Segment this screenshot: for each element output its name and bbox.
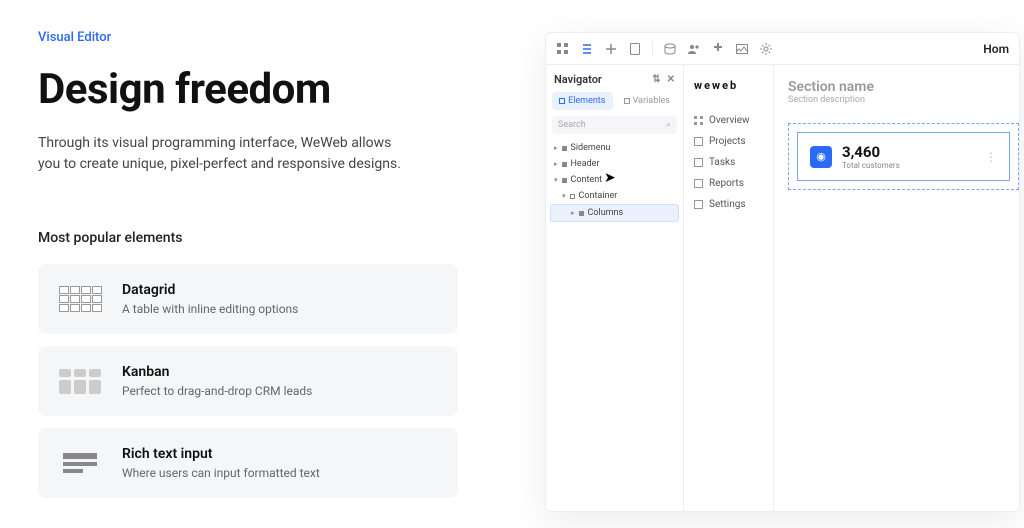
- elements-subheading: Most popular elements: [38, 230, 478, 246]
- app-sidebar: weweb Overview Projects Tasks Reports Se…: [684, 65, 774, 511]
- tree-label: Sidemenu: [571, 143, 611, 153]
- card-desc: Perfect to drag-and-drop CRM leads: [122, 384, 312, 398]
- add-icon[interactable]: [604, 42, 618, 56]
- tree-item-header[interactable]: ▸Header: [550, 156, 679, 172]
- element-tree: ▸Sidemenu ▸Header ▾Content ▾Container ▸C…: [546, 140, 683, 222]
- tree-label: Columns: [588, 208, 624, 218]
- tree-item-columns[interactable]: ▸Columns: [550, 204, 679, 222]
- tree-label: Container: [579, 191, 618, 201]
- gear-icon: [694, 200, 703, 209]
- card-kanban[interactable]: Kanban Perfect to drag-and-drop CRM lead…: [38, 346, 458, 416]
- card-title: Rich text input: [122, 446, 320, 462]
- editor-canvas[interactable]: Section name Section description ◉ 3,460…: [774, 65, 1019, 511]
- menu-reports[interactable]: Reports: [694, 173, 763, 194]
- card-desc: A table with inline editing options: [122, 302, 298, 316]
- menu-projects[interactable]: Projects: [694, 131, 763, 152]
- eyebrow-label: Visual Editor: [38, 30, 478, 45]
- tree-label: Content: [571, 175, 603, 185]
- users-icon[interactable]: [687, 42, 701, 56]
- navigator-panel: Navigator ⇅ ✕ Elements Variables Search: [546, 65, 684, 511]
- page-title: Design freedom: [38, 67, 478, 113]
- menu-overview[interactable]: Overview: [694, 110, 763, 131]
- menu-label: Projects: [709, 136, 746, 147]
- tab-elements[interactable]: Elements: [552, 92, 613, 110]
- tasks-icon: [694, 158, 703, 167]
- menu-label: Reports: [709, 178, 744, 189]
- search-icon: ⌕: [666, 120, 671, 130]
- tree-item-content[interactable]: ▾Content: [550, 172, 679, 188]
- selected-columns-outline[interactable]: ◉ 3,460 Total customers ⋮: [788, 123, 1019, 190]
- marketing-column: Visual Editor Design freedom Through its…: [38, 30, 478, 498]
- tree-icon[interactable]: [580, 42, 594, 56]
- tree-label: Header: [571, 159, 600, 169]
- collapse-icon[interactable]: ⇅: [652, 74, 660, 85]
- overview-icon: [694, 116, 703, 125]
- breadcrumb-home[interactable]: Hom: [983, 42, 1009, 56]
- datagrid-icon: [58, 282, 102, 316]
- apps-icon[interactable]: [556, 42, 570, 56]
- section-title[interactable]: Section name: [788, 79, 1019, 95]
- card-menu-icon[interactable]: ⋮: [985, 150, 997, 164]
- plugin-icon[interactable]: [711, 42, 725, 56]
- card-desc: Where users can input formatted text: [122, 466, 320, 480]
- richtext-icon: [58, 446, 102, 480]
- menu-tasks[interactable]: Tasks: [694, 152, 763, 173]
- page-icon[interactable]: [628, 42, 642, 56]
- section-description[interactable]: Section description: [788, 95, 1019, 105]
- menu-label: Tasks: [709, 157, 735, 168]
- card-richtext[interactable]: Rich text input Where users can input fo…: [38, 428, 458, 498]
- navigator-title: Navigator: [554, 73, 602, 86]
- variables-tab-icon: [624, 98, 630, 104]
- settings-icon[interactable]: [759, 42, 773, 56]
- menu-settings[interactable]: Settings: [694, 194, 763, 215]
- search-placeholder: Search: [558, 120, 586, 130]
- reports-icon: [694, 179, 703, 188]
- menu-label: Overview: [709, 115, 750, 126]
- folder-icon: [694, 137, 703, 146]
- menu-label: Settings: [709, 199, 746, 210]
- card-datagrid[interactable]: Datagrid A table with inline editing opt…: [38, 264, 458, 334]
- brand-logo: weweb: [694, 79, 763, 92]
- stat-card[interactable]: ◉ 3,460 Total customers ⋮: [797, 132, 1010, 181]
- tab-variables-label: Variables: [633, 96, 670, 106]
- tree-item-sidemenu[interactable]: ▸Sidemenu: [550, 140, 679, 156]
- element-cards: Datagrid A table with inline editing opt…: [38, 264, 478, 498]
- elements-tab-icon: [559, 98, 565, 104]
- editor-window: Hom Navigator ⇅ ✕ Elements Variables: [545, 32, 1020, 512]
- image-icon[interactable]: [735, 42, 749, 56]
- database-icon[interactable]: [663, 42, 677, 56]
- card-title: Kanban: [122, 364, 312, 380]
- kanban-icon: [58, 364, 102, 398]
- stat-value: 3,460: [842, 143, 900, 161]
- tab-elements-label: Elements: [568, 96, 605, 106]
- editor-toolbar: Hom: [546, 33, 1019, 65]
- toolbar-separator: [652, 41, 653, 57]
- tab-variables[interactable]: Variables: [617, 92, 678, 110]
- navigator-search[interactable]: Search ⌕: [552, 116, 677, 134]
- stat-label: Total customers: [842, 161, 900, 170]
- card-title: Datagrid: [122, 282, 298, 298]
- page-description: Through its visual programming interface…: [38, 133, 408, 175]
- tree-item-container[interactable]: ▾Container: [550, 188, 679, 204]
- close-icon[interactable]: ✕: [667, 74, 675, 85]
- customers-icon: ◉: [810, 146, 832, 168]
